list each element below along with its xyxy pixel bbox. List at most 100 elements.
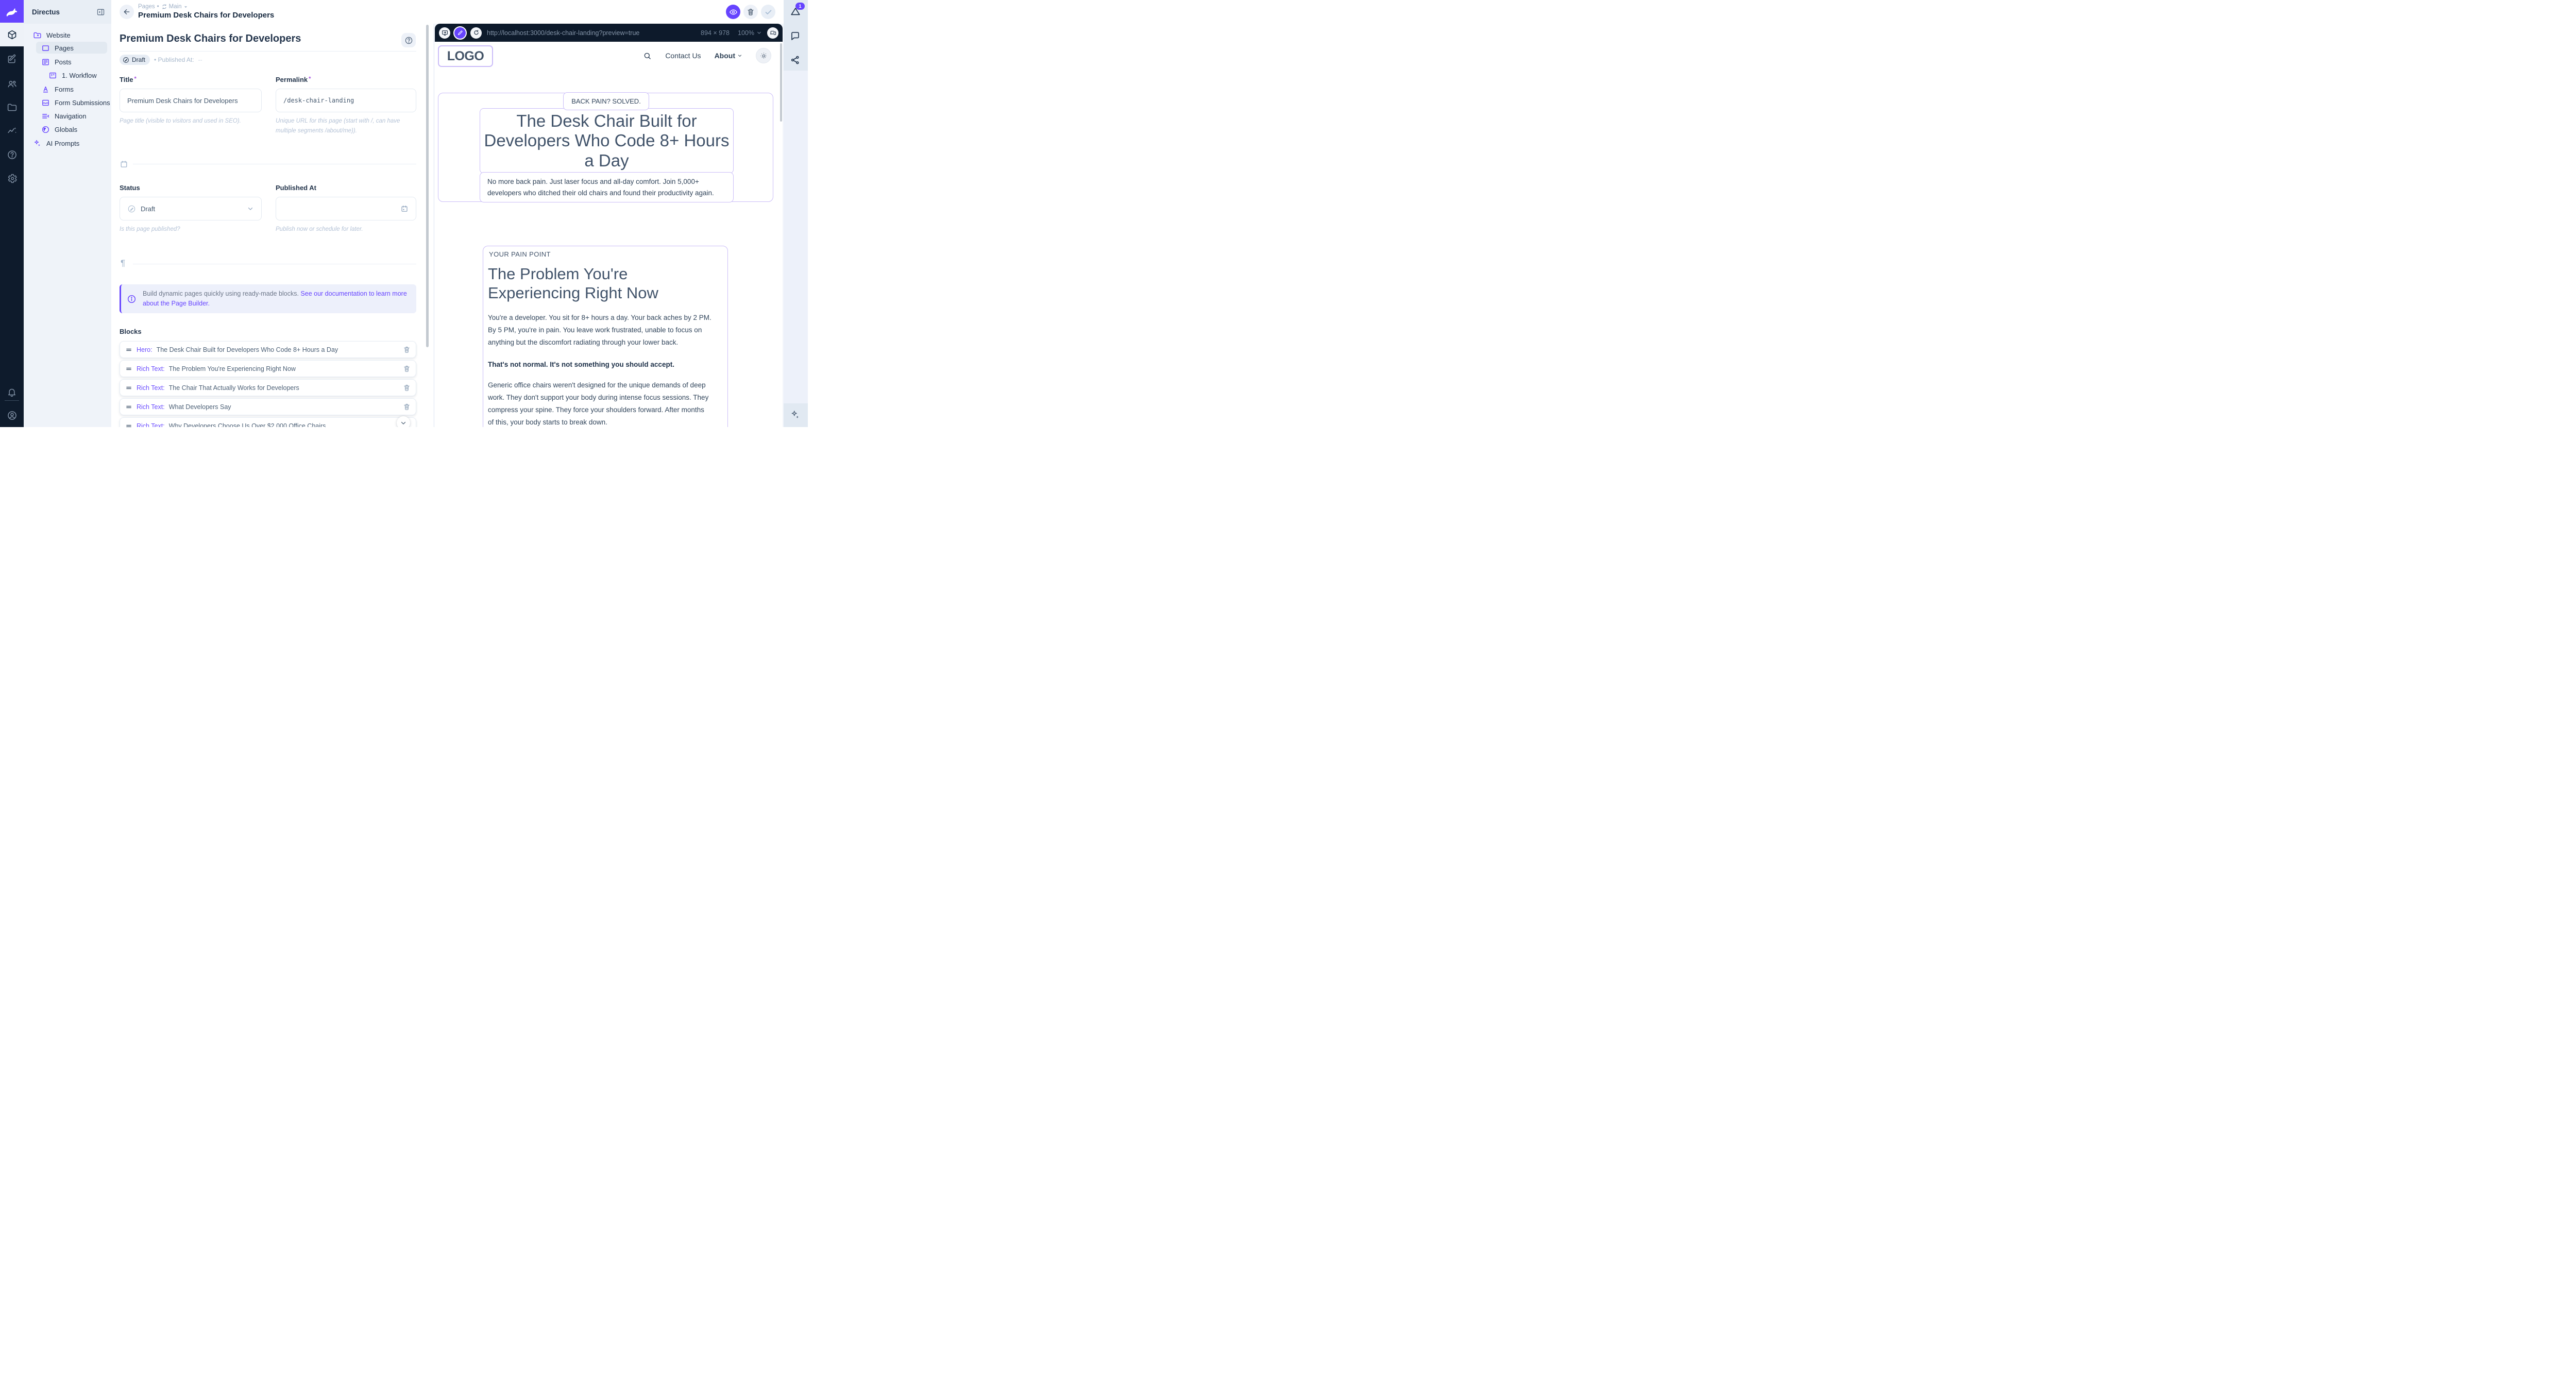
preview-zoom-select[interactable]: 100%: [738, 29, 762, 37]
drag-handle-icon[interactable]: [125, 346, 132, 353]
block-row-rich-text-2[interactable]: Rich Text: The Chair That Actually Works…: [120, 379, 416, 396]
blocks-field-label: Blocks: [120, 328, 142, 335]
version-selector[interactable]: Main: [161, 4, 188, 10]
problem-paragraph-1: You're a developer. You sit for 8+ hours…: [488, 312, 721, 349]
ai-assistant-button[interactable]: [790, 410, 801, 421]
hero-paragraph: No more back pain. Just laser focus and …: [480, 176, 733, 198]
responsive-devices-button[interactable]: [767, 27, 778, 39]
status-select[interactable]: Draft: [120, 197, 262, 220]
notification-count-badge: 1: [795, 3, 805, 10]
right-sidebar: 1: [784, 0, 808, 427]
drag-handle-icon[interactable]: [125, 384, 132, 392]
preview-toggle-button[interactable]: [726, 5, 740, 19]
insights-icon: [7, 125, 18, 136]
block-row-hero[interactable]: Hero: The Desk Chair Built for Developer…: [120, 341, 416, 358]
trash-icon[interactable]: [403, 346, 411, 353]
drag-handle-icon[interactable]: [125, 403, 132, 411]
published-at-input[interactable]: [276, 197, 416, 220]
page-builder-notice: Build dynamic pages quickly using ready-…: [120, 284, 416, 313]
permalink-input[interactable]: /desk-chair-landing: [276, 89, 416, 112]
comments-button[interactable]: [790, 30, 801, 42]
sidebar-item-label: Forms: [55, 86, 74, 93]
browser-icon: [41, 44, 50, 53]
edit-icon: [7, 54, 17, 64]
sidebar-item-ai-prompts[interactable]: AI Prompts: [33, 137, 79, 150]
scroll-down-button[interactable]: [397, 416, 410, 427]
module-insights[interactable]: [0, 120, 24, 141]
sidebar-item-website[interactable]: Website: [33, 28, 71, 42]
nav-about[interactable]: About: [715, 52, 742, 60]
block-type: Hero:: [137, 346, 152, 353]
trash-icon[interactable]: [403, 403, 411, 411]
sidebar-item-posts[interactable]: Posts: [41, 55, 72, 69]
calendar-icon[interactable]: [400, 205, 409, 213]
status-badge-label: Draft: [132, 56, 145, 63]
hero-heading-box[interactable]: The Desk Chair Built for Developers Who …: [480, 108, 734, 174]
sidebar-item-label: Website: [46, 31, 71, 39]
project-header: Directus: [24, 0, 111, 24]
module-users[interactable]: [0, 73, 24, 94]
trash-icon[interactable]: [403, 365, 411, 372]
new-window-button[interactable]: [439, 27, 450, 39]
refresh-button[interactable]: [470, 27, 482, 39]
sidebar-item-pages[interactable]: Pages: [41, 41, 74, 55]
trash-icon[interactable]: [403, 384, 411, 392]
block-title: The Desk Chair Built for Developers Who …: [157, 346, 399, 353]
item-edit-form: Premium Desk Chairs for Developers Draft…: [111, 24, 433, 427]
live-preview-pane: http://localhost:3000/desk-chair-landing…: [433, 24, 784, 427]
problem-block-outline[interactable]: YOUR PAIN POINT The Problem You're Exper…: [483, 246, 728, 427]
help-button[interactable]: [401, 33, 416, 47]
title-field-label: Title*: [120, 76, 137, 83]
preview-url[interactable]: http://localhost:3000/desk-chair-landing…: [487, 29, 701, 37]
drag-handle-icon[interactable]: [125, 422, 132, 428]
status-badge[interactable]: Draft: [120, 55, 150, 65]
question-circle-icon: [404, 36, 413, 45]
title-input[interactable]: Premium Desk Chairs for Developers: [120, 89, 262, 112]
rabbit-icon: [5, 5, 19, 19]
theme-toggle-button[interactable]: [756, 48, 771, 63]
back-button[interactable]: [120, 5, 134, 19]
kanban-icon: [48, 71, 57, 80]
bell-icon: [7, 387, 17, 397]
module-editor[interactable]: [0, 49, 24, 70]
published-at-field-label: Published At: [276, 184, 316, 192]
edit-mode-button[interactable]: [453, 26, 467, 40]
delete-button[interactable]: [743, 5, 758, 19]
required-asterisk: *: [134, 76, 137, 82]
save-button[interactable]: [761, 5, 775, 19]
hero-paragraph-box[interactable]: No more back pain. Just laser focus and …: [480, 172, 734, 202]
collapse-sidebar-icon[interactable]: [96, 8, 105, 16]
module-files[interactable]: [0, 97, 24, 117]
sidebar-item-forms[interactable]: Forms: [41, 82, 74, 96]
module-content[interactable]: [0, 23, 24, 46]
breadcrumb-collection[interactable]: Pages: [138, 4, 155, 10]
sidebar-item-workflow[interactable]: 1. Workflow: [48, 69, 97, 82]
drag-handle-icon[interactable]: [125, 365, 132, 372]
form-scrollbar[interactable]: [426, 25, 429, 347]
search-icon[interactable]: [643, 52, 652, 60]
chevron-down-icon: [737, 53, 742, 58]
module-help[interactable]: [0, 144, 24, 165]
block-row-rich-text-3[interactable]: Rich Text: What Developers Say: [120, 398, 416, 415]
block-row-rich-text-4[interactable]: Rich Text: Why Developers Choose Us Over…: [120, 417, 416, 427]
share-button[interactable]: [790, 55, 801, 66]
preview-scrollbar[interactable]: [780, 43, 782, 122]
module-settings[interactable]: [0, 168, 24, 189]
user-avatar[interactable]: [0, 405, 24, 426]
notifications-button[interactable]: 1: [790, 6, 801, 17]
notifications-bell-button[interactable]: [0, 382, 24, 402]
project-name: Directus: [32, 8, 96, 16]
block-row-rich-text-1[interactable]: Rich Text: The Problem You're Experienci…: [120, 360, 416, 377]
sidebar-item-navigation[interactable]: Navigation: [41, 109, 86, 123]
site-logo[interactable]: LOGO: [438, 45, 493, 67]
required-asterisk: *: [309, 76, 311, 82]
sidebar-item-globals[interactable]: Globals: [41, 123, 77, 136]
inbox-icon: [41, 98, 50, 107]
block-type: Rich Text:: [137, 365, 165, 372]
folder-icon: [7, 102, 18, 113]
hero-badge[interactable]: BACK PAIN? SOLVED.: [563, 92, 649, 110]
version-name: Main: [169, 4, 182, 10]
sidebar-item-form-submissions[interactable]: Form Submissions: [41, 96, 110, 109]
directus-logo[interactable]: [0, 0, 24, 24]
nav-contact-us[interactable]: Contact Us: [665, 52, 701, 60]
